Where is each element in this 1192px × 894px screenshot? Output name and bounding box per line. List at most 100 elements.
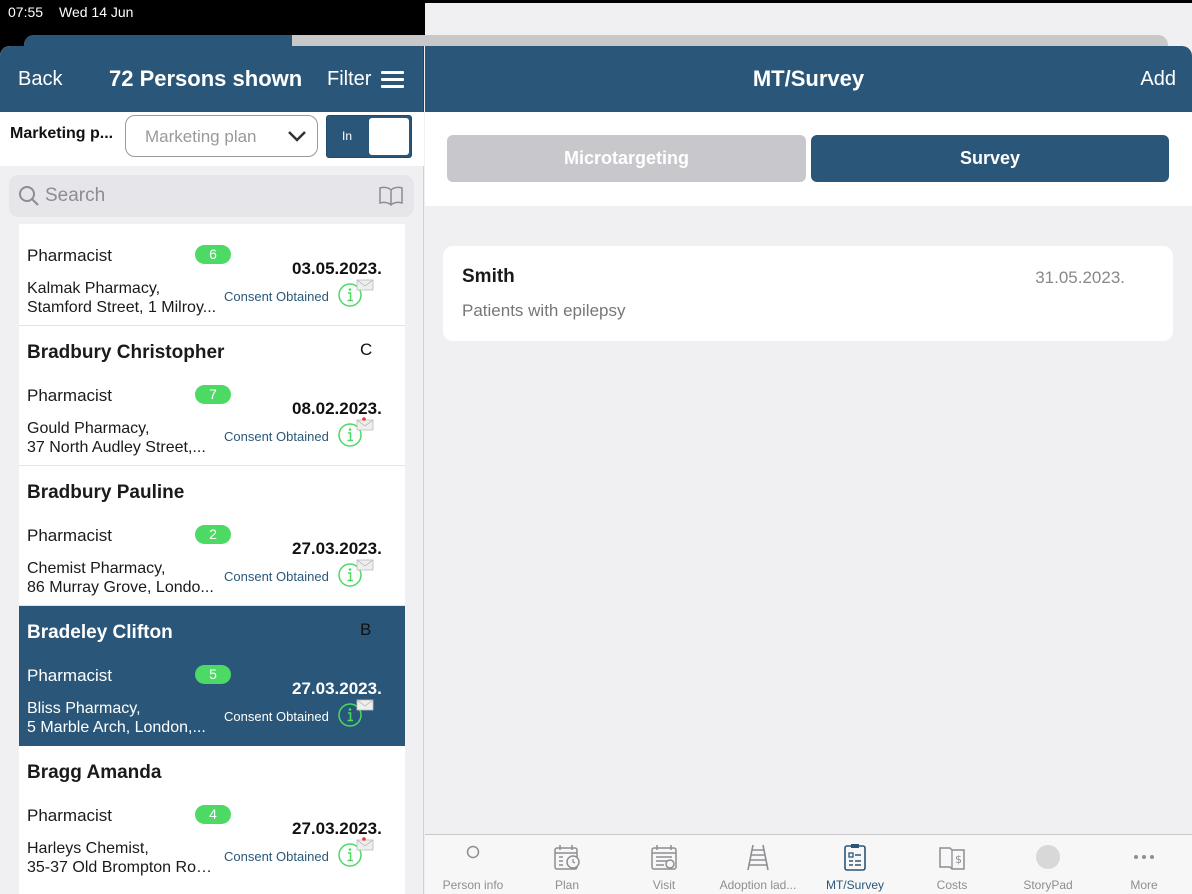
tab-label: Visit — [652, 878, 676, 892]
tab-label: Plan — [554, 878, 580, 892]
tab-fingerprint[interactable]: StoryPad — [1000, 835, 1096, 894]
add-button[interactable]: Add — [1140, 68, 1176, 91]
fingerprint-icon — [1036, 845, 1060, 869]
mail-icon — [356, 417, 374, 431]
person-address: Chemist Pharmacy, 86 Murray Grove, Londo.… — [27, 559, 217, 597]
survey-card-description: Patients with epilepsy — [462, 301, 626, 320]
mail-icon — [356, 559, 374, 571]
person-row[interactable]: Bradeley Clifton B Pharmacist 5 27.03.2023. B… — [19, 606, 405, 746]
persons-count-title: 72 Persons shown — [109, 66, 303, 91]
segment-letter: B — [360, 620, 372, 639]
marketing-plan-placeholder: Marketing plan — [145, 127, 257, 146]
tab-more-dots[interactable]: More — [1096, 835, 1192, 894]
tab-label: Person info — [442, 878, 504, 892]
visit-count-badge: 4 — [195, 805, 231, 824]
calendar-clock-icon — [554, 845, 580, 870]
person-address: Gould Pharmacy, 37 North Audley Street,..… — [27, 419, 217, 457]
person-row[interactable]: Bradbury Christopher C Pharmacist 7 08.02.20… — [19, 326, 405, 466]
address-line-1: Bliss Pharmacy, — [27, 700, 141, 717]
status-date: Wed 14 Jun — [59, 4, 134, 20]
address-line-2: 37 North Audley Street,... — [27, 439, 206, 456]
persons-list: Brabin Samantha–Pharmacist603.05.2023.Ka… — [19, 224, 405, 894]
consent-status: Consent Obtained — [224, 709, 329, 724]
tab-calendar-clock[interactable]: Plan — [519, 835, 615, 894]
visit-count-badge: 7 — [195, 385, 231, 404]
chevron-down-icon — [288, 131, 306, 142]
address-line-1: Chemist Pharmacy, — [27, 560, 166, 577]
marketing-plan-row: Marketing p... Marketing plan In — [0, 112, 424, 166]
marketing-plan-label: Marketing p... — [10, 125, 114, 142]
tab-survey[interactable]: Survey — [811, 135, 1169, 182]
person-role: Pharmacist — [27, 526, 113, 545]
last-visit-date: 27.03.2023. — [292, 819, 382, 838]
mail-icon — [356, 279, 374, 291]
tab-label: MT/Survey — [825, 878, 884, 892]
visit-count-badge: 5 — [195, 665, 231, 684]
svg-text:$: $ — [955, 853, 962, 866]
person-name: Bradbury Pauline — [27, 482, 185, 503]
calendar-visit-icon — [651, 845, 677, 870]
toggle-knob — [369, 118, 409, 155]
toggle-label: In — [342, 129, 353, 143]
mt-survey-panel: MT/Survey Add Microtargeting Survey Smit… — [425, 46, 1192, 894]
search-icon — [19, 186, 39, 206]
person-row[interactable]: Brabin Samantha–Pharmacist603.05.2023.Ka… — [19, 224, 405, 326]
last-visit-date: 08.02.2023. — [292, 399, 382, 418]
person-role: Pharmacist — [27, 666, 113, 685]
search-field[interactable]: Search — [9, 175, 414, 217]
persons-header: Back 72 Persons shown Filter — [0, 46, 424, 112]
address-line-1: Harleys Chemist, — [27, 840, 149, 857]
segment-control: Microtargeting Survey — [425, 112, 1192, 206]
search-placeholder: Search — [45, 185, 106, 206]
back-button[interactable]: Back — [18, 68, 62, 91]
book-icon[interactable] — [379, 186, 403, 206]
filter-label: Filter — [327, 68, 372, 90]
person-address: Bliss Pharmacy, 5 Marble Arch, London,... — [27, 699, 217, 737]
person-name: Bradbury Christopher — [27, 342, 225, 363]
ladder-icon — [747, 844, 769, 871]
app-window: Back 72 Persons shown Filter Marketing p… — [0, 46, 1192, 894]
address-line-2: Stamford Street, 1 Milroy... — [27, 299, 217, 316]
address-line-2: 5 Marble Arch, London,... — [27, 719, 206, 736]
tab-money-book[interactable]: $ Costs — [904, 835, 1000, 894]
in-toggle[interactable]: In — [326, 115, 412, 158]
clipboard-icon — [844, 844, 866, 871]
segment-letter: C — [360, 340, 373, 359]
survey-card[interactable]: Smith 31.05.2023. Patients with epilepsy — [443, 246, 1173, 341]
last-visit-date: 27.03.2023. — [292, 679, 382, 698]
tab-ladder[interactable]: Adoption lad... — [710, 835, 806, 894]
person-icon — [466, 845, 480, 859]
survey-card-date: 31.05.2023. — [1035, 268, 1125, 287]
address-line-2: 86 Murray Grove, Londo... — [27, 579, 214, 596]
tab-clipboard[interactable]: MT/Survey — [807, 835, 903, 894]
person-role: Pharmacist — [27, 386, 113, 405]
person-name: Bragg Amanda — [27, 762, 162, 783]
consent-status: Consent Obtained — [224, 289, 329, 304]
person-address: Kalmak Pharmacy, Stamford Street, 1 Milro… — [27, 279, 217, 317]
visit-count-badge: 2 — [195, 525, 231, 544]
person-row[interactable]: Bragg Amanda Pharmacist 4 27.03.2023. Harley… — [19, 746, 405, 886]
more-dots-icon — [1134, 855, 1154, 859]
tab-label: StoryPad — [1023, 878, 1073, 892]
address-line-2: 35-37 Old Brompton Roa... — [27, 859, 217, 876]
status-time: 07:55 — [8, 4, 44, 20]
person-role: Pharmacist — [27, 246, 113, 265]
consent-status: Consent Obtained — [224, 849, 329, 864]
filter-button[interactable]: Filter — [327, 68, 405, 91]
consent-status: Consent Obtained — [224, 429, 329, 444]
persons-panel: Back 72 Persons shown Filter Marketing p… — [0, 46, 424, 894]
mt-survey-header: MT/Survey Add — [425, 46, 1192, 112]
last-visit-date: 27.03.2023. — [292, 539, 382, 558]
person-name: Bradeley Clifton — [27, 622, 173, 643]
status-bar: 07:55 Wed 14 Jun 8% ⚡ — [0, 0, 1192, 851]
money-book-icon: $ — [939, 847, 965, 870]
person-row[interactable]: Bradbury Pauline Pharmacist 2 27.03.2023. Ch… — [19, 466, 405, 606]
mail-icon — [356, 699, 374, 711]
tab-calendar-visit[interactable]: Visit — [616, 835, 712, 894]
tab-label: Costs — [936, 878, 968, 892]
person-address: Harleys Chemist, 35-37 Old Brompton Roa..… — [27, 839, 217, 877]
marketing-plan-select[interactable]: Marketing plan — [125, 115, 318, 157]
last-visit-date: 03.05.2023. — [292, 259, 382, 278]
tab-person[interactable]: Person info — [425, 835, 521, 894]
tab-microtargeting[interactable]: Microtargeting — [447, 135, 806, 182]
